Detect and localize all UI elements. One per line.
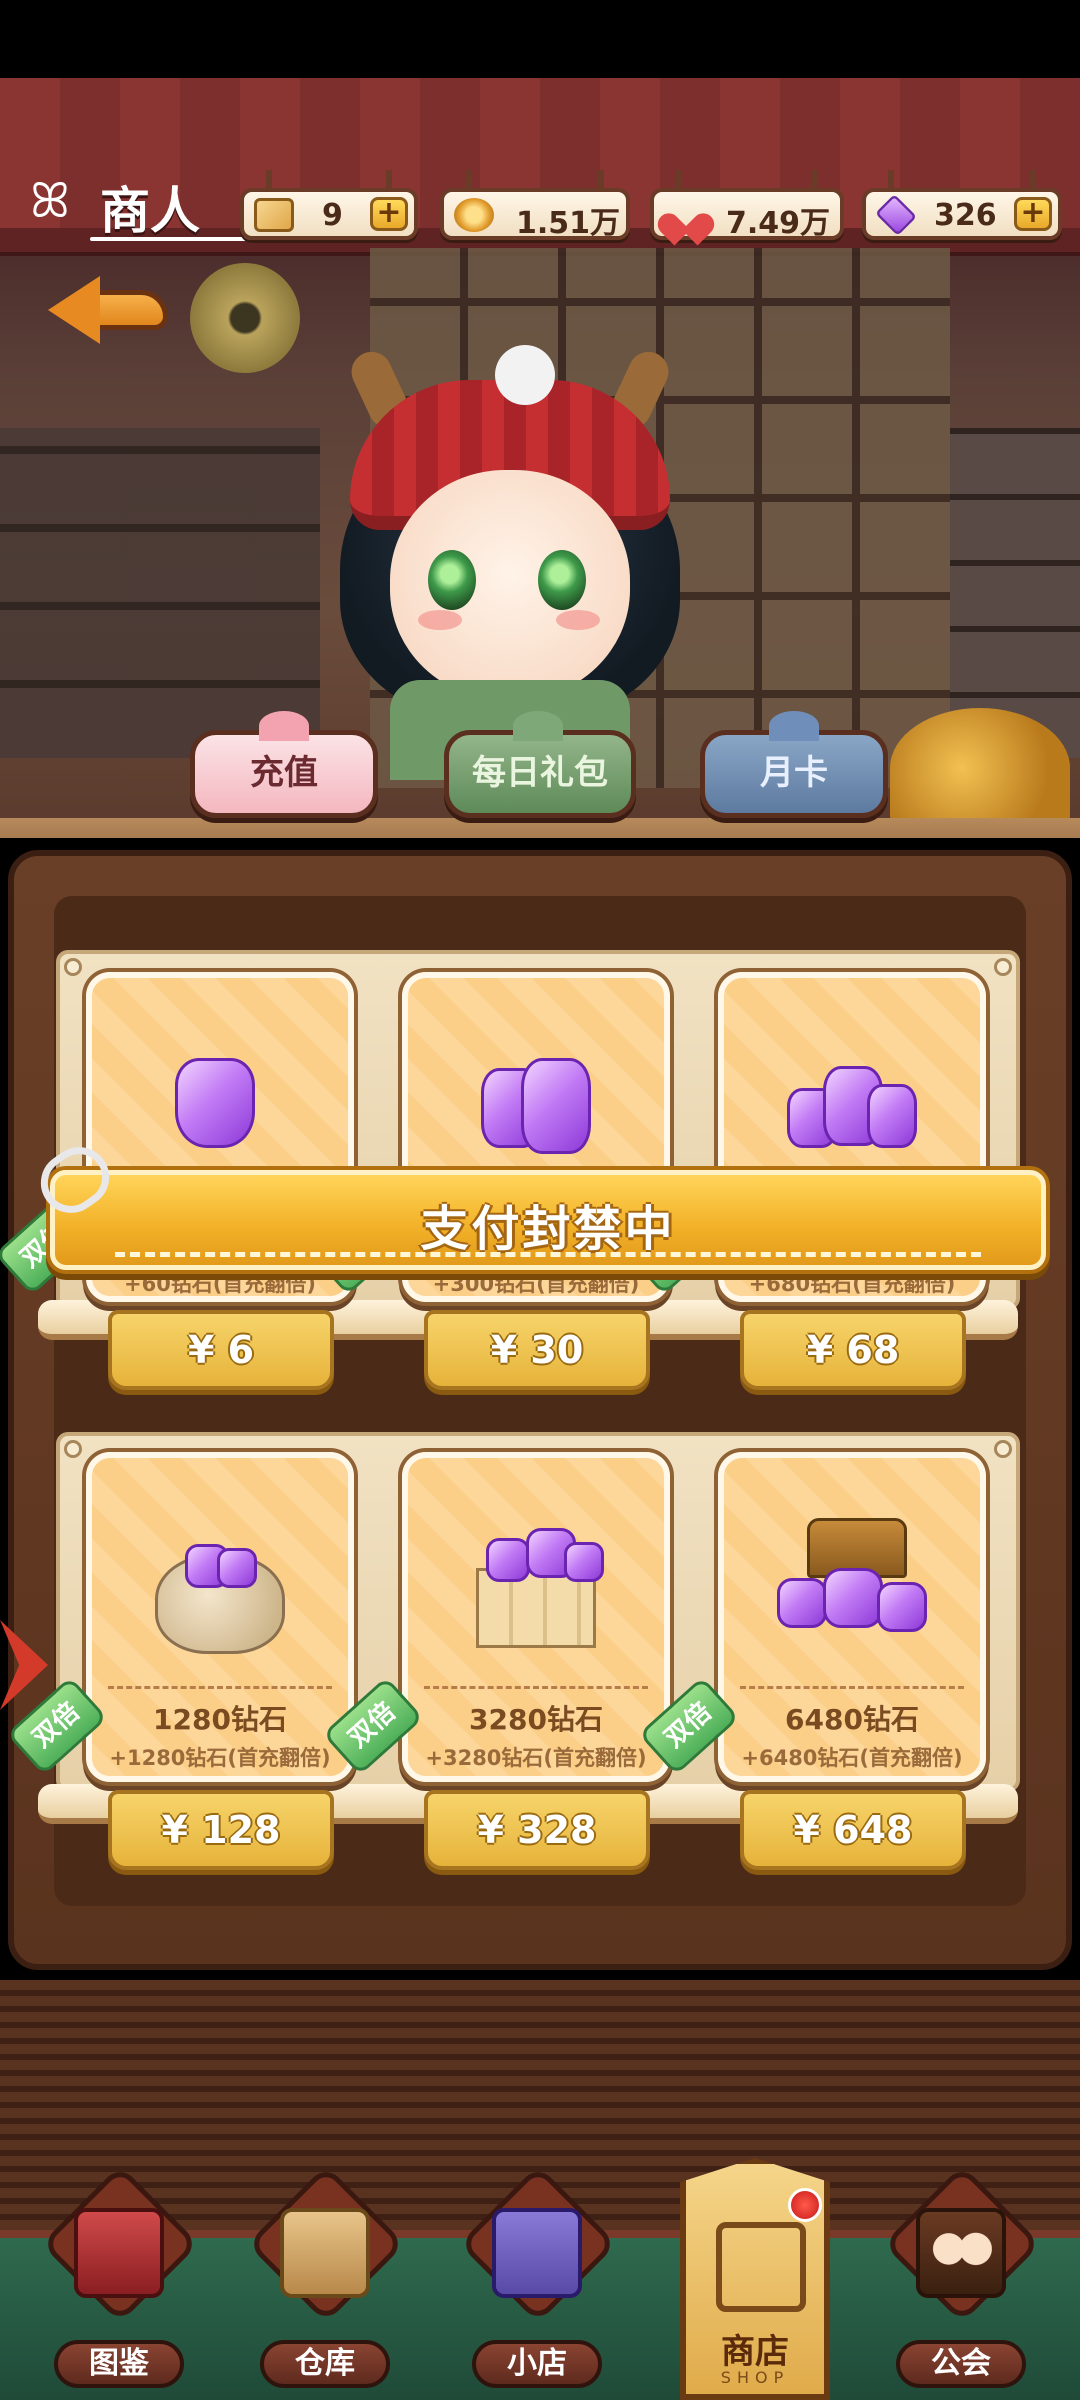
eye-icon xyxy=(538,550,586,610)
price-label: ¥ 30 xyxy=(490,1328,584,1372)
box-icon xyxy=(280,2208,370,2298)
price-button[interactable]: ¥ 128 xyxy=(108,1790,334,1870)
product-bonus: +60钻石(首充翻倍) xyxy=(123,1272,316,1296)
coin-value: 1.51万 xyxy=(516,206,621,241)
heart-icon xyxy=(664,198,704,232)
back-arrow-head xyxy=(48,276,100,344)
product-bonus: +300钻石(首充翻倍) xyxy=(432,1272,640,1296)
ticket-value: 9 xyxy=(322,198,343,233)
title-underline xyxy=(90,237,250,241)
price-label: ¥ 648 xyxy=(793,1808,913,1852)
gem-single-icon xyxy=(175,1058,265,1148)
price-button[interactable]: ¥ 648 xyxy=(740,1790,966,1870)
gem-counter[interactable]: 326 + xyxy=(862,170,1062,240)
house-icon xyxy=(492,2208,582,2298)
status-bar-area xyxy=(0,0,1080,78)
notification-badge xyxy=(788,2188,822,2222)
divider xyxy=(424,1686,648,1689)
nav-item-collection[interactable]: 图鉴 xyxy=(40,2164,200,2388)
back-arrow-icon xyxy=(88,290,168,330)
price-button[interactable]: ¥ 6 xyxy=(108,1310,334,1390)
gem-chest-icon xyxy=(767,1518,937,1658)
tab-recharge-label: 充值 xyxy=(250,753,318,793)
blush xyxy=(418,610,462,630)
price-label: ¥ 328 xyxy=(477,1808,597,1852)
add-gem-button[interactable]: + xyxy=(1014,197,1052,231)
gramophone-icon xyxy=(190,263,300,373)
bow-icon xyxy=(513,711,563,741)
product-amount: 6480钻石 xyxy=(785,1703,919,1736)
nav-item-guild[interactable]: 公会 xyxy=(882,2164,1042,2388)
price-label: ¥ 128 xyxy=(161,1808,281,1852)
bow-icon xyxy=(259,711,309,741)
gem-pair-icon xyxy=(481,1058,591,1158)
page-title: ꕤ 商人 xyxy=(30,165,250,245)
nav-item-warehouse[interactable]: 仓库 xyxy=(246,2164,406,2388)
divider xyxy=(740,1686,964,1689)
price-button[interactable]: ¥ 30 xyxy=(424,1310,650,1390)
friends-icon xyxy=(916,2208,1006,2298)
merchant-character xyxy=(330,300,710,780)
banner-stitch xyxy=(115,1252,981,1257)
gem-icon xyxy=(875,194,917,236)
price-button[interactable]: ¥ 68 xyxy=(740,1310,966,1390)
nav-shop-label: 商店 xyxy=(721,2332,789,2372)
book-icon xyxy=(74,2208,164,2298)
ticket-counter[interactable]: 9 + xyxy=(240,170,418,240)
coin-counter: 1.51万 xyxy=(440,170,630,241)
gem-value: 326 xyxy=(934,198,997,233)
product-amount: 1280钻石 xyxy=(153,1703,287,1736)
eye-icon xyxy=(428,550,476,610)
nav-label-frame: 公会 xyxy=(896,2340,1026,2388)
tab-daily-pack[interactable]: 每日礼包 xyxy=(444,711,636,818)
gem-crate-icon xyxy=(456,1528,616,1658)
heart-counter: 7.49万 xyxy=(650,170,844,241)
price-button[interactable]: ¥ 328 xyxy=(424,1790,650,1870)
character-face xyxy=(390,470,630,700)
title-flourish-icon: ꕤ xyxy=(30,173,70,229)
nav-label-frame: 图鉴 xyxy=(54,2340,184,2388)
bow-icon xyxy=(769,711,819,741)
nav-label: 小店 xyxy=(507,2346,567,2381)
price-label: ¥ 68 xyxy=(806,1328,900,1372)
price-label: ¥ 6 xyxy=(187,1328,255,1372)
banner-text: 支付封禁中 xyxy=(420,1201,676,1257)
coin-icon xyxy=(454,198,494,232)
nav-label-frame: 仓库 xyxy=(260,2340,390,2388)
blush xyxy=(556,610,600,630)
nav-shop-sublabel: SHOP xyxy=(720,2368,790,2387)
product-bonus: +3280钻石(首充翻倍) xyxy=(425,1746,647,1770)
nav-label: 公会 xyxy=(931,2346,991,2381)
page-title-text: 商人 xyxy=(100,182,200,240)
product-bonus: +680钻石(首充翻倍) xyxy=(748,1272,956,1296)
product-card[interactable]: 6480钻石 +6480钻石(首充翻倍) xyxy=(718,1452,986,1782)
nav-label-frame: 小店 xyxy=(472,2340,602,2388)
tab-daily-pack-label: 每日礼包 xyxy=(472,753,608,793)
payment-blocked-banner: 支付封禁中 xyxy=(50,1170,1046,1270)
back-button[interactable] xyxy=(48,268,168,348)
ticket-icon xyxy=(254,198,294,232)
product-card[interactable]: 3280钻石 +3280钻石(首充翻倍) xyxy=(402,1452,670,1782)
tab-monthly-card-label: 月卡 xyxy=(760,753,828,793)
gem-cluster-icon xyxy=(787,1058,917,1158)
shop-icon xyxy=(716,2222,806,2312)
nav-label: 图鉴 xyxy=(89,2346,149,2381)
hat-pompom xyxy=(495,345,555,405)
add-ticket-button[interactable]: + xyxy=(370,197,408,231)
product-bonus: +6480钻石(首充翻倍) xyxy=(741,1746,963,1770)
tab-recharge[interactable]: 充值 xyxy=(190,711,378,818)
product-amount: 3280钻石 xyxy=(469,1703,603,1736)
shop-counter xyxy=(0,818,1080,838)
heart-value: 7.49万 xyxy=(726,206,831,241)
tab-monthly-card[interactable]: 月卡 xyxy=(700,711,888,818)
gem-sack-icon xyxy=(145,1534,295,1654)
left-shelf xyxy=(0,428,320,758)
coin-pile-icon xyxy=(890,708,1070,828)
product-card[interactable]: 1280钻石 +1280钻石(首充翻倍) xyxy=(86,1452,354,1782)
divider xyxy=(108,1686,332,1689)
product-bonus: +1280钻石(首充翻倍) xyxy=(109,1746,331,1770)
nav-label: 仓库 xyxy=(295,2346,355,2381)
nav-item-small-shop[interactable]: 小店 xyxy=(458,2164,618,2388)
